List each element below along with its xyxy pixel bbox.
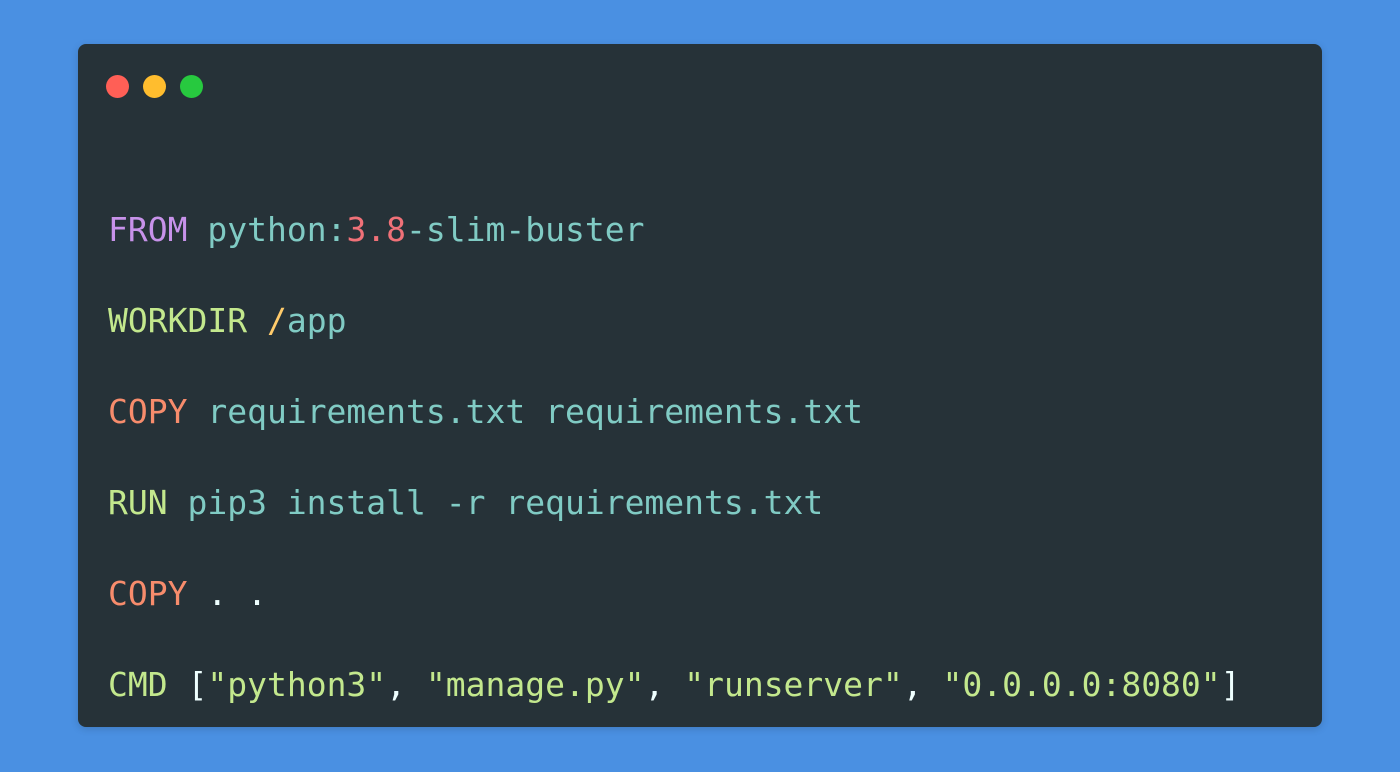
code-token: "0.0.0.0:8080"	[942, 665, 1221, 704]
code-token: "python3"	[207, 665, 387, 704]
code-line: FROM python: 3.8 -slim-buster	[108, 184, 1241, 275]
code-token: COPY	[108, 574, 188, 613]
code-token: CMD	[108, 665, 168, 704]
code-line: RUN pip3 install -r requirements.txt	[108, 457, 1241, 548]
code-token: requirements.txt requirements.txt	[187, 392, 863, 431]
code-line: CMD ["python3", "manage.py", "runserver"…	[108, 639, 1241, 730]
code-token: /	[266, 301, 287, 340]
dockerfile-code-block: FROM python: 3.8 -slim-buster WORKDIR / app C…	[108, 184, 1241, 730]
code-token: "manage.py"	[425, 665, 645, 704]
code-token: . .	[187, 574, 267, 613]
window-controls	[106, 75, 203, 98]
code-token: FROM	[108, 210, 188, 249]
code-token: WORKDIR	[108, 301, 248, 340]
code-token: ]	[1220, 665, 1241, 704]
code-token: app	[286, 301, 347, 340]
code-token: -slim-buster	[406, 210, 645, 249]
close-dot-icon[interactable]	[106, 75, 129, 98]
code-window: FROM python: 3.8 -slim-buster WORKDIR / app C…	[78, 44, 1322, 727]
maximize-dot-icon[interactable]	[180, 75, 203, 98]
code-token: 3.8	[346, 210, 407, 249]
code-token: "runserver"	[684, 665, 903, 704]
code-token: ,	[386, 665, 426, 704]
code-line: COPY . .	[108, 548, 1241, 639]
code-token: python:	[187, 210, 347, 249]
code-token: RUN	[108, 483, 168, 522]
code-line: COPY requirements.txt requirements.txt	[108, 366, 1241, 457]
code-token: pip3 install -r requirements.txt	[167, 483, 824, 522]
code-token: ,	[644, 665, 685, 704]
code-token: COPY	[108, 392, 188, 431]
minimize-dot-icon[interactable]	[143, 75, 166, 98]
code-token: [	[167, 665, 208, 704]
code-token: ,	[902, 665, 943, 704]
code-line: WORKDIR / app	[108, 275, 1241, 366]
